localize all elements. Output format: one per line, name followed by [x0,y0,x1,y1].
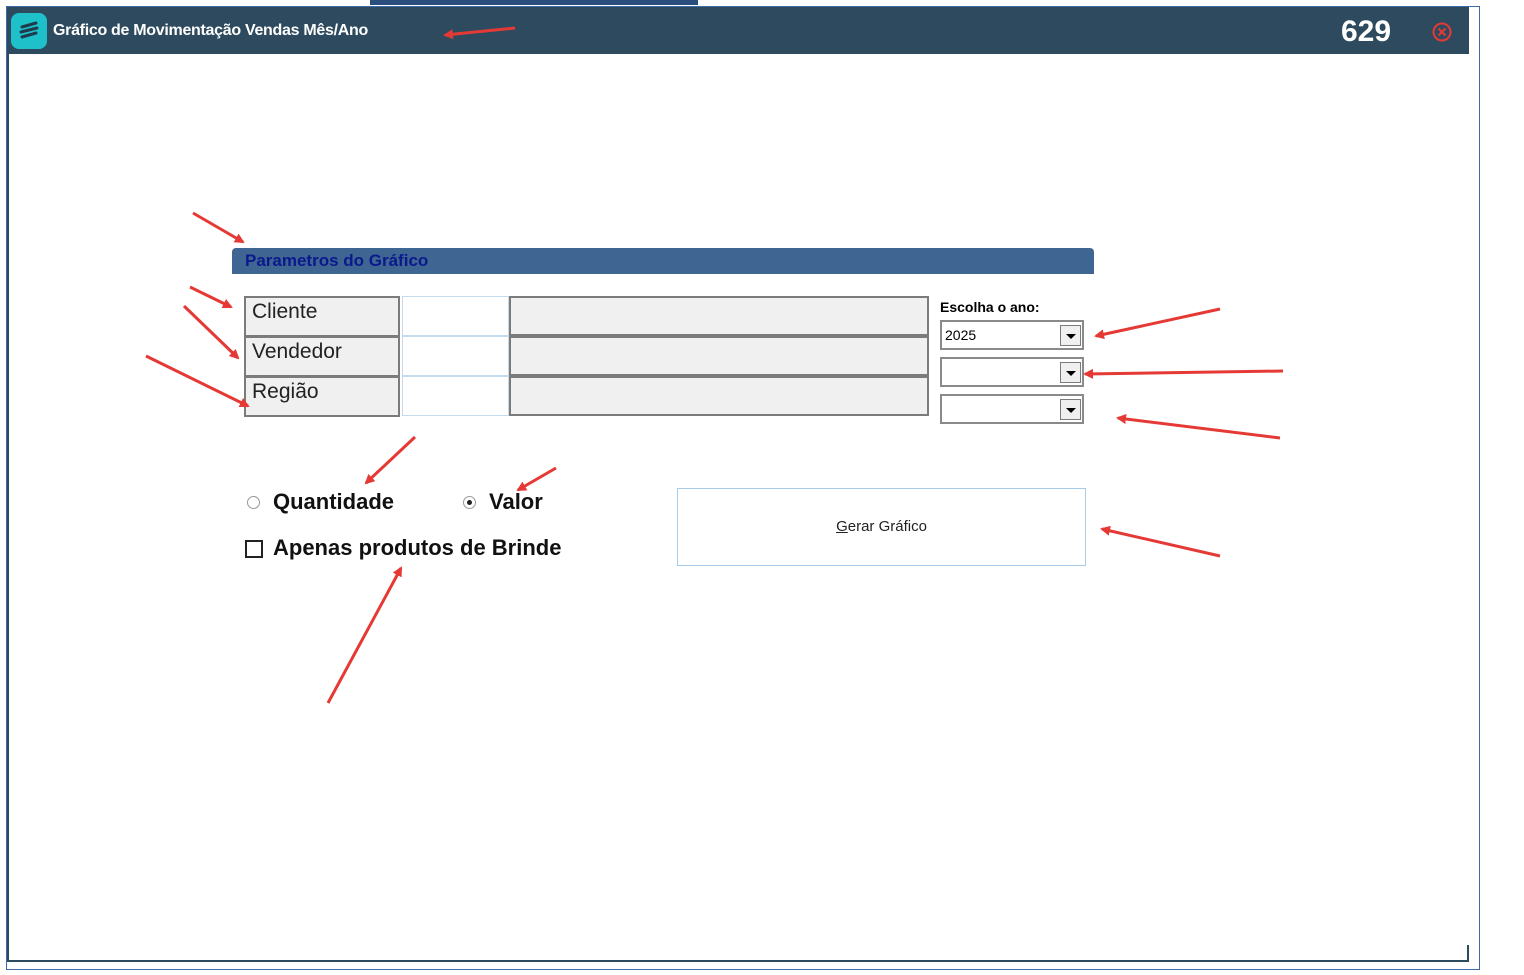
arrow-valor [516,466,557,492]
arrow-section [192,211,245,244]
arrow-regiao [145,354,250,408]
arrow-generate [1100,525,1221,558]
arrow-combo2 [1083,368,1284,379]
arrow-cliente [189,285,233,309]
arrow-combo3 [1116,414,1281,440]
arrow-year [1094,307,1221,340]
arrow-vendedor [182,304,240,360]
arrow-quantidade [364,435,417,485]
arrow-title [443,26,516,40]
arrow-brinde [326,566,403,704]
annotation-arrows [145,26,1284,704]
